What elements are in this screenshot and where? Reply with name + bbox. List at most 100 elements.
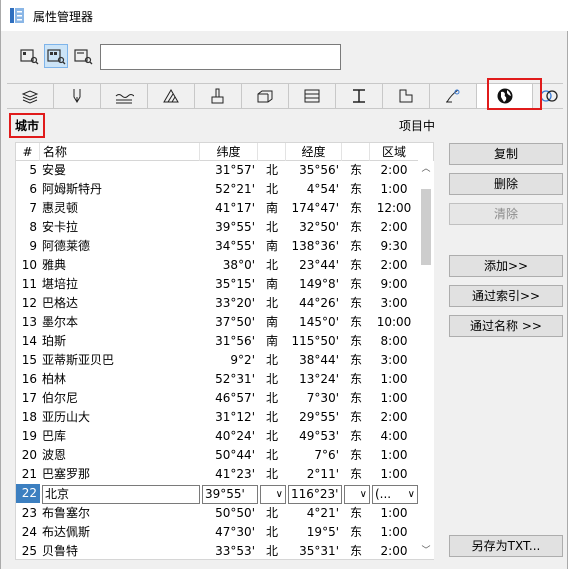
- zone-select[interactable]: (...: [372, 485, 418, 504]
- table-row[interactable]: 5 安曼 31°57' 北 35°56' 东 2:00: [16, 161, 418, 180]
- tab-building-materials[interactable]: [242, 84, 289, 108]
- tab-composites[interactable]: [336, 84, 383, 108]
- table-row[interactable]: 6 阿姆斯特丹 52°21' 北 4°54' 东 1:00: [16, 180, 418, 199]
- east-west: 东: [349, 525, 362, 539]
- city-name: 珀斯: [42, 334, 67, 348]
- table-row[interactable]: 20 波恩 50°44' 北 7°6' 东 1:00: [16, 446, 418, 465]
- column-header-ew[interactable]: [342, 143, 370, 161]
- tab-pens[interactable]: [54, 84, 101, 108]
- latitude: 31°57': [215, 163, 255, 177]
- tab-renovation[interactable]: [430, 84, 477, 108]
- longitude: 19°5': [306, 525, 339, 539]
- view-split-button[interactable]: [44, 44, 68, 68]
- add-by-name-button[interactable]: 通过名称 >>: [449, 315, 563, 337]
- scroll-up-arrow[interactable]: ︿: [418, 161, 434, 177]
- table-row[interactable]: 18 亚历山大 31°12' 北 29°55' 东 2:00: [16, 408, 418, 427]
- time-zone: 1:00: [380, 182, 408, 196]
- row-number: 12: [21, 296, 37, 310]
- time-zone: 1:00: [380, 391, 408, 405]
- longitude-input[interactable]: 116°23': [288, 485, 342, 504]
- time-zone: 2:00: [380, 544, 408, 558]
- time-zone: 9:30: [380, 239, 408, 253]
- delete-button[interactable]: 删除: [449, 173, 563, 195]
- time-zone: 2:00: [380, 258, 408, 272]
- city-name: 柏林: [42, 372, 67, 386]
- ew-select[interactable]: [344, 485, 370, 504]
- tab-layers[interactable]: [7, 84, 54, 108]
- row-number: 13: [21, 315, 37, 329]
- table-vertical-scrollbar[interactable]: ︿ ﹀: [418, 161, 434, 559]
- scroll-thumb[interactable]: [421, 189, 431, 265]
- latitude: 41°23': [215, 467, 255, 481]
- table-row[interactable]: 8 安卡拉 39°55' 北 32°50' 东 2:00: [16, 218, 418, 237]
- column-header-latitude[interactable]: 纬度: [200, 143, 258, 161]
- scroll-down-arrow[interactable]: ﹀: [418, 543, 434, 559]
- latitude: 47°30': [215, 525, 255, 539]
- city-name-input[interactable]: 北京: [42, 485, 200, 504]
- longitude: 44°26': [299, 296, 339, 310]
- north-south: 南: [265, 315, 278, 329]
- column-header-zone[interactable]: 区域: [370, 143, 418, 161]
- attribute-tabs: [7, 83, 563, 109]
- table-row[interactable]: 16 柏林 52°31' 北 13°24' 东 1:00: [16, 370, 418, 389]
- add-by-index-button[interactable]: 通过索引>>: [449, 285, 563, 307]
- table-row[interactable]: 24 布达佩斯 47°30' 北 19°5' 东 1:00: [16, 523, 418, 542]
- table-row[interactable]: 19 巴库 40°24' 北 49°53' 东 4:00: [16, 427, 418, 446]
- in-project-label: 项目中: [399, 119, 436, 133]
- time-zone: 9:00: [380, 277, 408, 291]
- table-row[interactable]: 17 伯尔尼 46°57' 北 7°30' 东 1:00: [16, 389, 418, 408]
- city-name: 惠灵顿: [42, 201, 79, 215]
- add-button[interactable]: 添加>>: [449, 255, 563, 277]
- table-row[interactable]: 14 珀斯 31°56' 南 115°50' 东 8:00: [16, 332, 418, 351]
- north-south: 北: [265, 448, 278, 462]
- row-number: 11: [21, 277, 37, 291]
- table-row[interactable]: 21 巴塞罗那 41°23' 北 2°11' 东 1:00: [16, 465, 418, 484]
- table-row[interactable]: 25 贝鲁特 33°53' 北 35°31' 东 2:00: [16, 542, 418, 561]
- table-row[interactable]: 23 布鲁塞尔 50°50' 北 4°21' 东 1:00: [16, 504, 418, 523]
- east-west: 东: [349, 429, 362, 443]
- city-name: 安曼: [42, 163, 67, 177]
- column-header-longitude[interactable]: 经度: [286, 143, 342, 161]
- north-south: 北: [265, 525, 278, 539]
- north-south: 北: [265, 429, 278, 443]
- tab-fills[interactable]: [148, 84, 195, 108]
- north-south: 北: [265, 182, 278, 196]
- row-number: 5: [29, 163, 37, 177]
- east-west: 东: [349, 239, 362, 253]
- table-row-editing[interactable]: 22 北京 39°55' 116°23' (...: [16, 484, 418, 504]
- clear-button[interactable]: 清除: [449, 203, 563, 225]
- longitude: 145°0': [299, 315, 339, 329]
- table-row[interactable]: 11 堪培拉 35°15' 南 149°8' 东 9:00: [16, 275, 418, 294]
- tab-line-types[interactable]: [101, 84, 148, 108]
- north-south: 北: [265, 163, 278, 177]
- tab-profiles[interactable]: [289, 84, 336, 108]
- row-number: 8: [29, 220, 37, 234]
- time-zone: 1:00: [380, 506, 408, 520]
- title-bar: 属性管理器: [1, 0, 568, 31]
- tab-zone-categories[interactable]: [383, 84, 430, 108]
- save-as-txt-button[interactable]: 另存为TXT...: [449, 535, 563, 557]
- latitude: 39°55': [215, 220, 255, 234]
- table-row[interactable]: 10 雅典 38°0' 北 23°44' 东 2:00: [16, 256, 418, 275]
- east-west: 东: [349, 544, 362, 558]
- city-name: 巴塞罗那: [42, 467, 91, 481]
- time-zone: 1:00: [380, 467, 408, 481]
- copy-button[interactable]: 复制: [449, 143, 563, 165]
- search-input[interactable]: [100, 44, 341, 70]
- column-header-name[interactable]: 名称: [40, 143, 200, 161]
- table-row[interactable]: 15 亚蒂斯亚贝巴 9°2' 北 38°44' 东 3:00: [16, 351, 418, 370]
- column-header-ns[interactable]: [258, 143, 286, 161]
- table-row[interactable]: 7 惠灵顿 41°17' 南 174°47' 东 12:00: [16, 199, 418, 218]
- view-detail-button[interactable]: [71, 44, 95, 68]
- north-south: 北: [265, 258, 278, 272]
- ns-select[interactable]: [260, 485, 286, 504]
- table-row[interactable]: 9 阿德莱德 34°55' 南 138°36' 东 9:30: [16, 237, 418, 256]
- column-header-number[interactable]: #: [16, 143, 40, 161]
- view-list-button[interactable]: [17, 44, 41, 68]
- latitude-input[interactable]: 39°55': [202, 485, 258, 504]
- east-west: 东: [349, 467, 362, 481]
- tab-surfaces[interactable]: [195, 84, 242, 108]
- table-row[interactable]: 12 巴格达 33°20' 北 44°26' 东 3:00: [16, 294, 418, 313]
- row-number: 20: [21, 448, 37, 462]
- table-row[interactable]: 13 墨尔本 37°50' 南 145°0' 东 10:00: [16, 313, 418, 332]
